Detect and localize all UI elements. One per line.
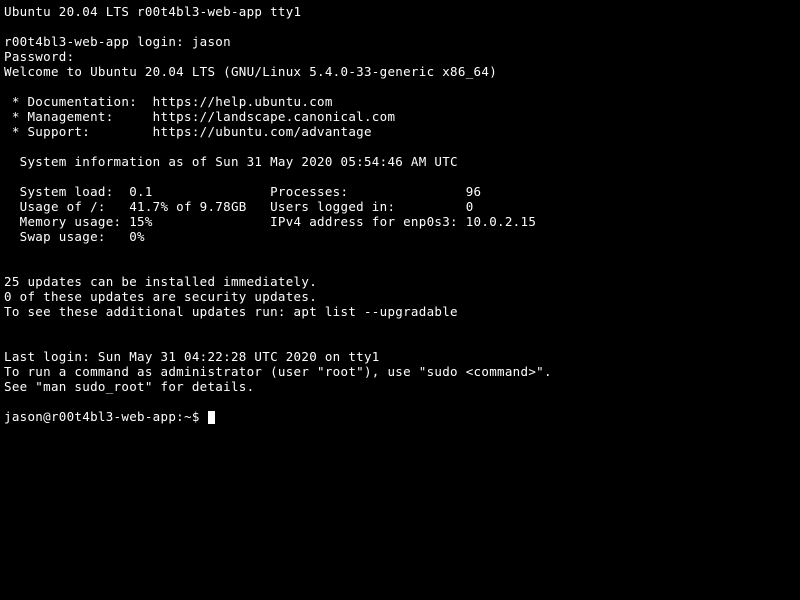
sysinfo-header: System information as of Sun 31 May 2020… bbox=[4, 154, 458, 169]
link-support: * Support: https://ubuntu.com/advantage bbox=[4, 124, 372, 139]
updates-line-3: To see these additional updates run: apt… bbox=[4, 304, 458, 319]
sysinfo-row-3: Memory usage: 15% IPv4 address for enp0s… bbox=[4, 214, 536, 229]
sysinfo-row-4: Swap usage: 0% bbox=[4, 229, 145, 244]
shell-prompt[interactable]: jason@r00t4bl3-web-app:~$ bbox=[4, 409, 207, 424]
link-documentation: * Documentation: https://help.ubuntu.com bbox=[4, 94, 333, 109]
login-prompt: r00t4bl3-web-app login: jason bbox=[4, 34, 231, 49]
password-prompt: Password: bbox=[4, 49, 74, 64]
sudo-hint-2: See "man sudo_root" for details. bbox=[4, 379, 254, 394]
sudo-hint-1: To run a command as administrator (user … bbox=[4, 364, 552, 379]
welcome-line: Welcome to Ubuntu 20.04 LTS (GNU/Linux 5… bbox=[4, 64, 497, 79]
cursor-icon bbox=[208, 411, 215, 424]
sysinfo-row-2: Usage of /: 41.7% of 9.78GB Users logged… bbox=[4, 199, 474, 214]
sysinfo-row-1: System load: 0.1 Processes: 96 bbox=[4, 184, 481, 199]
updates-line-1: 25 updates can be installed immediately. bbox=[4, 274, 317, 289]
tty-terminal[interactable]: Ubuntu 20.04 LTS r00t4bl3-web-app tty1 r… bbox=[0, 0, 800, 428]
updates-line-2: 0 of these updates are security updates. bbox=[4, 289, 317, 304]
link-management: * Management: https://landscape.canonica… bbox=[4, 109, 395, 124]
issue-line: Ubuntu 20.04 LTS r00t4bl3-web-app tty1 bbox=[4, 4, 301, 19]
last-login-line: Last login: Sun May 31 04:22:28 UTC 2020… bbox=[4, 349, 380, 364]
